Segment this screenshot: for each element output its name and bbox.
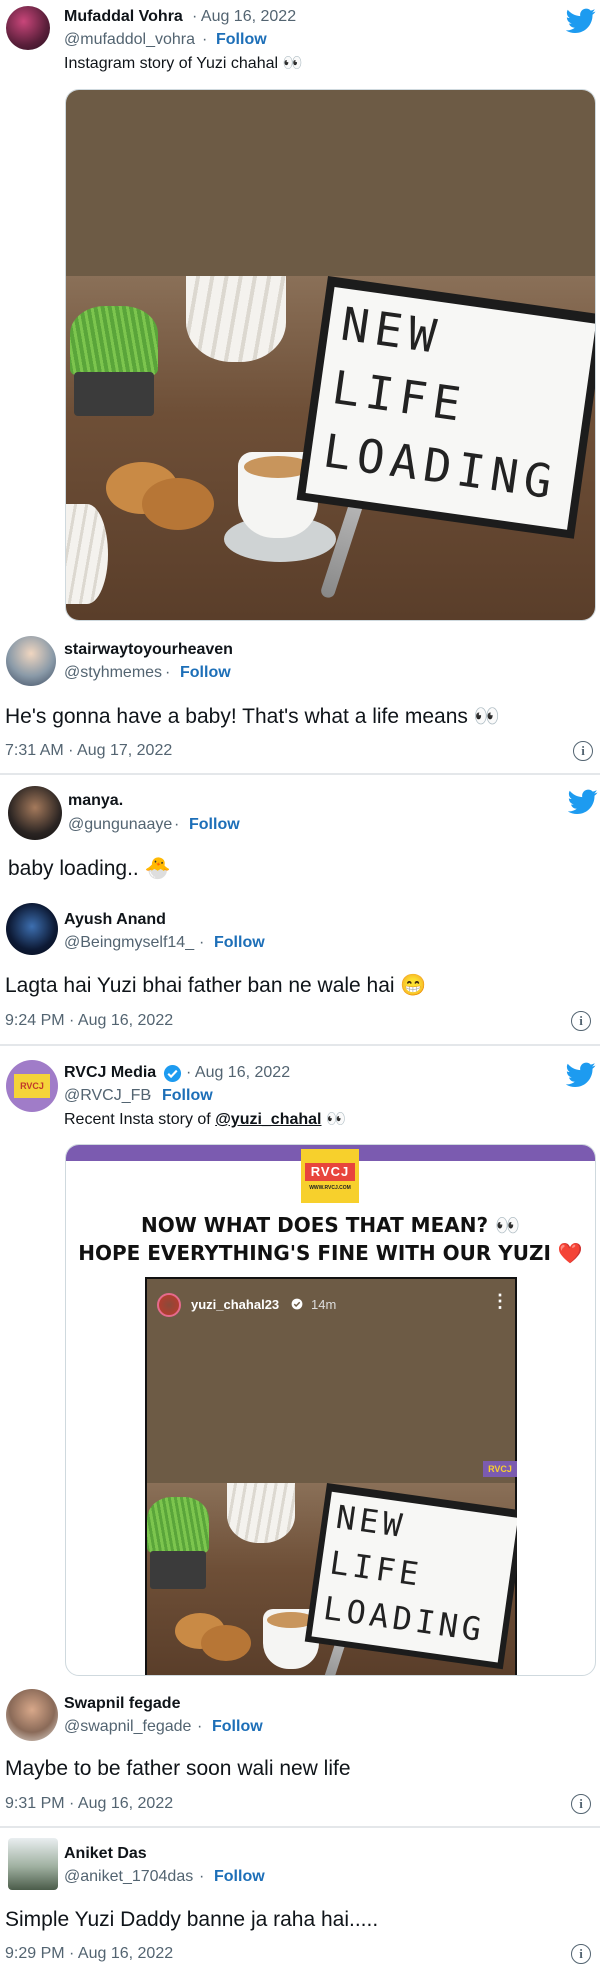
rvcj-logo-sub: WWW.RVCJ.COM [309, 1185, 351, 1191]
tweet-text-prefix: Recent Insta story of [64, 1111, 216, 1128]
separator: · [165, 664, 171, 681]
timestamp[interactable]: 9:24 PM · Aug 16, 2022 [5, 1012, 173, 1030]
author-name[interactable]: Ayush Anand [64, 911, 166, 929]
photo-scene: NEW LIFE LOADING [66, 276, 595, 620]
timestamp[interactable]: 7:31 AM · Aug 17, 2022 [5, 742, 172, 760]
lightbox-line-1: NEW [333, 1497, 409, 1546]
author-handle[interactable]: @swapnil_fegade [64, 1718, 191, 1736]
follow-button[interactable]: Follow [214, 934, 265, 952]
rvcj-logo-text: RVCJ [305, 1163, 355, 1181]
author-name[interactable]: stairwaytoyourheaven [64, 641, 233, 659]
reply-text: Maybe to be father soon wali new life [5, 1757, 351, 1780]
follow-button[interactable]: Follow [189, 816, 240, 834]
avatar[interactable] [8, 786, 62, 840]
author-handle[interactable]: @gungunaaye [68, 816, 172, 834]
photo-scene: NEW LIFE LOADING [147, 1483, 517, 1675]
tweet-text: baby loading.. 🐣 [8, 857, 171, 880]
divider [0, 1044, 600, 1046]
story-time: 14m [311, 1297, 337, 1312]
date-text[interactable]: Aug 16, 2022 [201, 8, 296, 25]
lightbox: NEW LIFE LOADING [296, 276, 595, 539]
avatar-logo: RVCJ [14, 1074, 50, 1098]
author-handle[interactable]: @Beingmyself14_ [64, 934, 194, 952]
twitter-bird-icon[interactable] [566, 8, 596, 34]
tweet-text: Instagram story of Yuzi chahal 👀 [64, 55, 303, 72]
twitter-bird-icon[interactable] [568, 789, 598, 815]
story-frame: yuzi_chahal23 14m ⋮ RVCJ NEW LIFE LOADIN… [145, 1277, 517, 1675]
follow-button[interactable]: Follow [216, 31, 267, 49]
more-options-icon[interactable]: ⋮ [491, 1291, 509, 1312]
grass-pot [70, 306, 158, 416]
follow-button[interactable]: Follow [212, 1718, 263, 1736]
author-handle[interactable]: @aniket_1704das [64, 1868, 193, 1886]
separator: · [197, 1718, 203, 1735]
tweet-image[interactable]: NEW LIFE LOADING [65, 89, 596, 621]
timestamp[interactable]: 9:29 PM · Aug 16, 2022 [5, 1945, 173, 1963]
headline-2: HOPE EVERYTHING'S FINE WITH OUR YUZI ❤️ [78, 1241, 583, 1265]
info-icon[interactable]: i [571, 1011, 591, 1031]
author-handle[interactable]: @mufaddol_vohra [64, 31, 195, 49]
author-name[interactable]: Aniket Das [64, 1845, 147, 1863]
author-name[interactable]: Swapnil fegade [64, 1695, 180, 1713]
info-icon[interactable]: i [573, 741, 593, 761]
tweet-image[interactable]: RVCJ WWW.RVCJ.COM NOW WHAT DOES THAT MEA… [65, 1144, 596, 1676]
divider [0, 1826, 600, 1828]
reply-text: Lagta hai Yuzi bhai father ban ne wale h… [5, 974, 427, 997]
separator: · [174, 816, 180, 833]
author-name[interactable]: Mufaddal Vohra [64, 8, 183, 26]
cookies [175, 1613, 253, 1663]
avatar[interactable] [6, 636, 56, 686]
author-name[interactable]: manya. [68, 792, 123, 810]
headline-1: NOW WHAT DOES THAT MEAN? 👀 [141, 1213, 520, 1237]
avatar[interactable] [6, 903, 58, 955]
info-icon[interactable]: i [571, 1794, 591, 1814]
lightbox-line-1: NEW [337, 296, 446, 365]
separator: · [199, 1868, 205, 1885]
avatar[interactable] [8, 1838, 58, 1890]
white-vase-small [66, 504, 108, 604]
follow-button[interactable]: Follow [214, 1868, 265, 1886]
story-brown-area [66, 90, 595, 276]
author-handle[interactable]: @styhmemes [64, 664, 162, 682]
tweet-text-suffix: 👀 [321, 1111, 346, 1128]
timestamp[interactable]: 9:31 PM · Aug 16, 2022 [5, 1795, 173, 1813]
author-name[interactable]: RVCJ Media [64, 1064, 156, 1082]
mention-link[interactable]: @yuzi_chahal [215, 1111, 321, 1128]
rvcj-logo: RVCJ WWW.RVCJ.COM [301, 1149, 359, 1203]
verified-badge-icon [291, 1298, 303, 1310]
white-vase [186, 276, 286, 362]
rvcj-watermark: RVCJ [483, 1461, 517, 1477]
avatar[interactable] [6, 1689, 58, 1741]
verified-badge-icon [163, 1064, 182, 1083]
cookies [106, 462, 216, 532]
avatar[interactable] [6, 6, 50, 50]
separator: · [199, 934, 205, 951]
story-username[interactable]: yuzi_chahal23 [191, 1297, 279, 1312]
author-handle[interactable]: @RVCJ_FB [64, 1087, 151, 1105]
date-text[interactable]: Aug 16, 2022 [195, 1064, 290, 1081]
reply-text: He's gonna have a baby! That's what a li… [5, 705, 500, 728]
avatar[interactable]: RVCJ [6, 1060, 58, 1112]
follow-button[interactable]: Follow [162, 1087, 213, 1105]
twitter-bird-icon[interactable] [566, 1062, 596, 1088]
tweet-date[interactable]: · Aug 16, 2022 [186, 1064, 290, 1082]
tweet-date[interactable]: · Aug 16, 2022 [192, 8, 296, 26]
white-vase [227, 1483, 295, 1543]
reply-text: Simple Yuzi Daddy banne ja raha hai..... [5, 1908, 379, 1931]
separator: · [147, 1087, 153, 1104]
follow-button[interactable]: Follow [180, 664, 231, 682]
tweet-text: Recent Insta story of @yuzi_chahal 👀 [64, 1109, 346, 1129]
separator: · [202, 31, 208, 48]
lightbox: NEW LIFE LOADING [304, 1483, 517, 1670]
story-avatar[interactable] [157, 1293, 181, 1317]
info-icon[interactable]: i [571, 1944, 591, 1964]
grass-pot [147, 1497, 209, 1589]
divider [0, 773, 600, 775]
